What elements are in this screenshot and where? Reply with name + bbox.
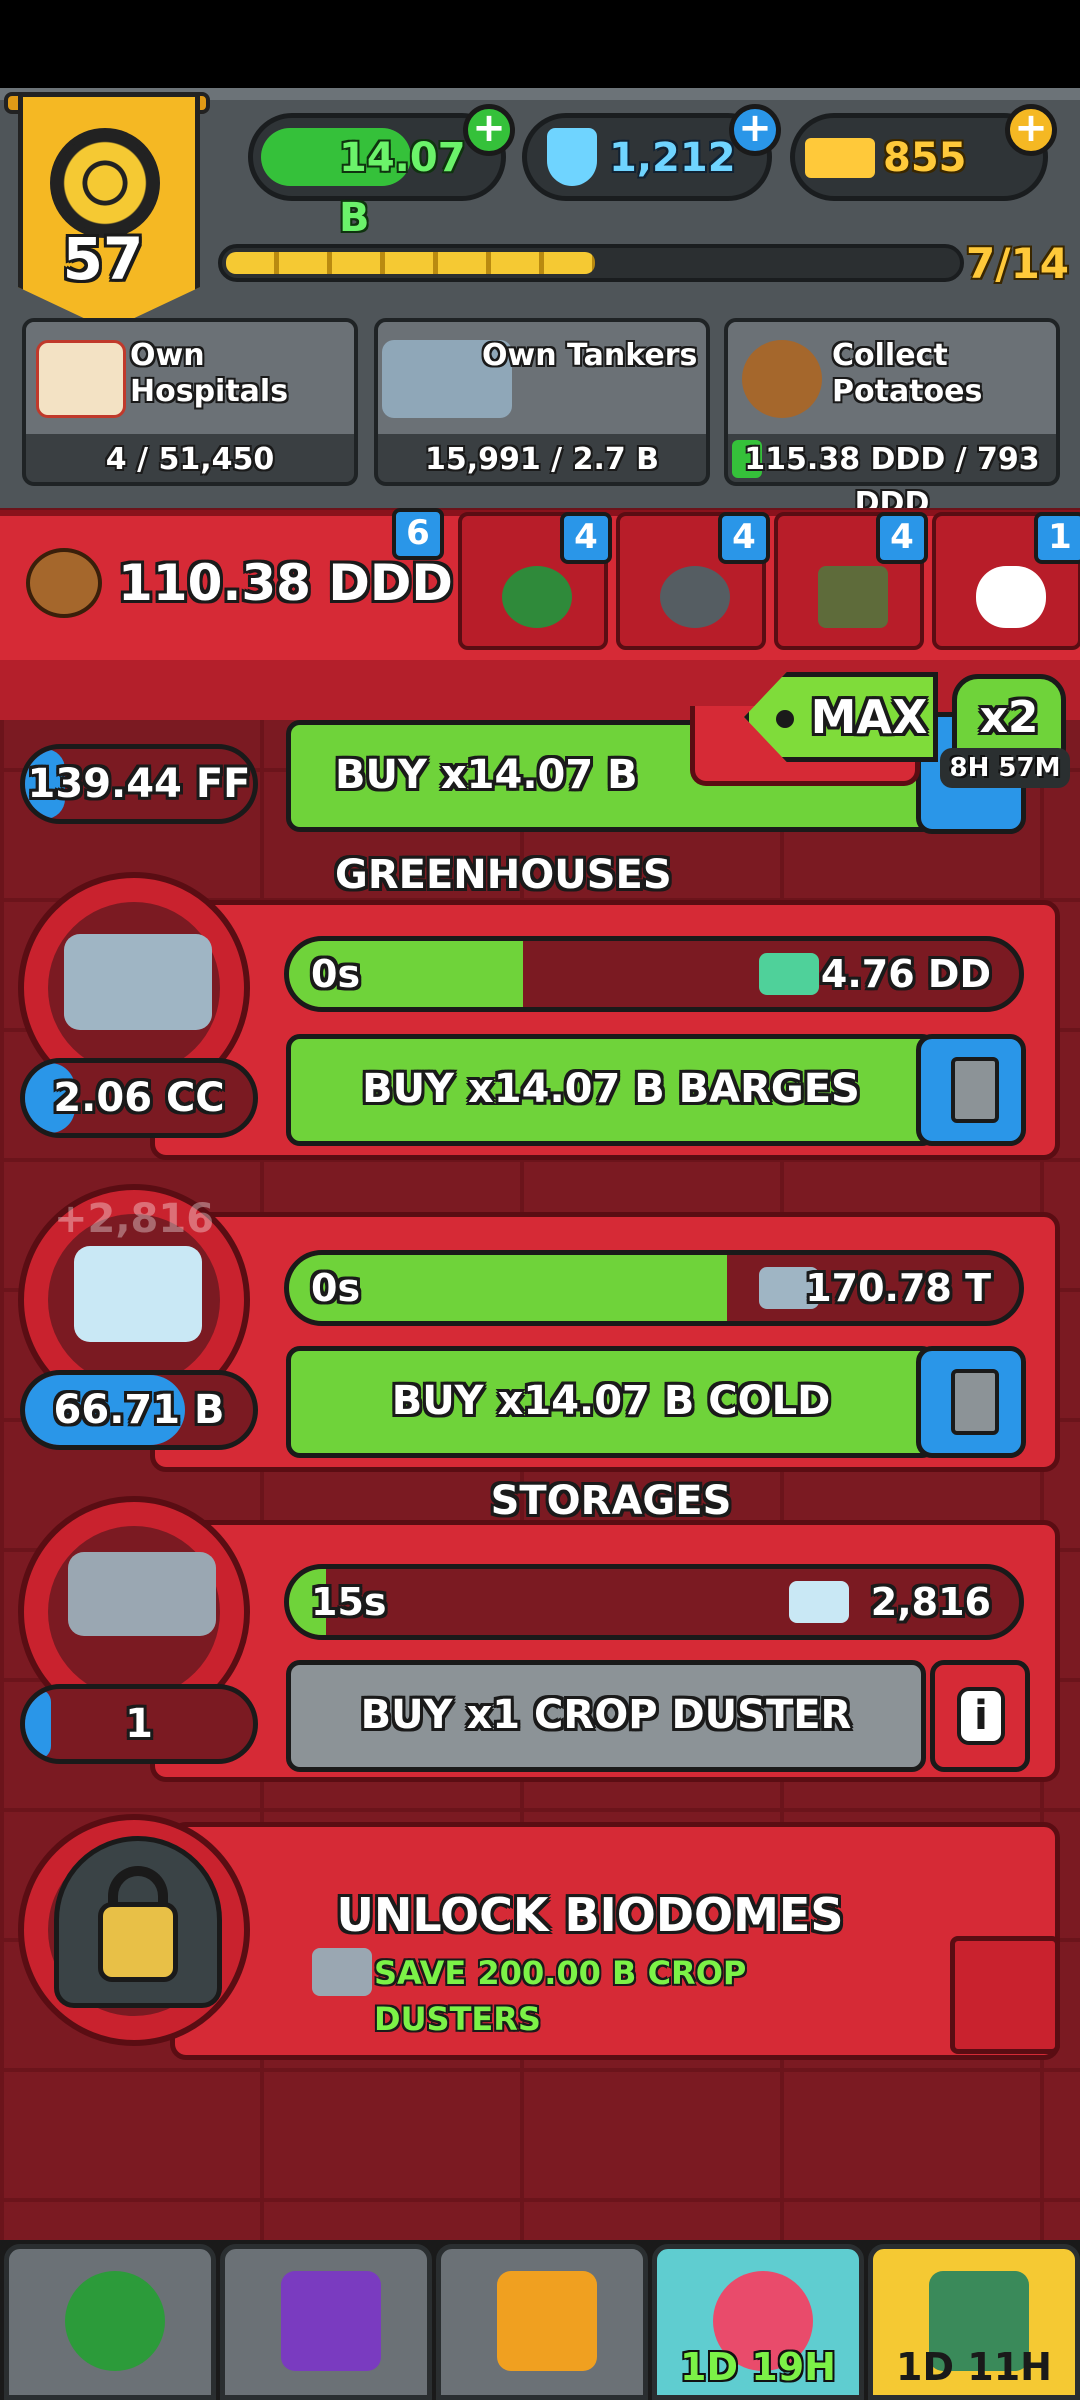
potato-icon [742, 340, 822, 418]
folder-icon [497, 2271, 597, 2371]
crop-duster-timer-bar: 15s 2,816 [284, 1564, 1024, 1640]
quest-progress: 4 / 51,450 [105, 442, 275, 477]
gear-icon [50, 128, 160, 238]
crop-duster-count: 1 [20, 1684, 258, 1764]
crop-duster-icon [312, 1948, 372, 1996]
cold-storage-icon [789, 1581, 849, 1623]
card-icon [951, 1057, 999, 1123]
science-value: 1,212 [609, 135, 736, 181]
nav-tab-research[interactable] [436, 2244, 648, 2400]
quest-own-hospitals[interactable]: Own Hospitals 4 / 51,450 [22, 318, 358, 486]
add-cash-button[interactable]: + [463, 104, 515, 156]
bullets-icon [818, 566, 888, 628]
xp-progress-bar [218, 244, 964, 282]
greenhouse-icon [759, 953, 819, 995]
golf-green-icon [502, 566, 572, 628]
crop-duster-icon [68, 1552, 216, 1636]
category-tab-ammo[interactable]: 4 [774, 512, 928, 650]
cold-storage-icon [74, 1246, 202, 1342]
max-label: MAX [810, 690, 928, 744]
unlock-requirement: SAVE 200.00 B CROP DUSTERS [374, 1954, 747, 2038]
barges-timer-bar: 0s 4.76 DD [284, 936, 1024, 1012]
nav-tab-cards[interactable] [220, 2244, 432, 2400]
cold-storages-count: 66.71 B [20, 1370, 258, 1450]
barges-cards-button[interactable] [916, 1034, 1026, 1146]
shop-timer: 1D 11H [896, 2345, 1052, 2389]
gold-counter[interactable]: 855 + [790, 104, 1057, 201]
quest-collect-potatoes[interactable]: Collect Potatoes 115.38 DDD / 793 DDD [724, 318, 1060, 521]
cold-storages-timer: 0s [311, 1266, 361, 1310]
x2-label: x2 [979, 692, 1039, 743]
xp-progress-fill [226, 252, 595, 274]
info-icon: i [957, 1687, 1005, 1745]
flag-icon [65, 2271, 165, 2371]
cards-icon [281, 2271, 381, 2371]
nav-tab-missions[interactable] [4, 2244, 216, 2400]
crop-duster-timer: 15s [311, 1580, 387, 1624]
quest-title: Own Hospitals [130, 338, 289, 409]
category-badge: 4 [560, 512, 612, 564]
quest-own-tankers[interactable]: Own Tankers 15,991 / 2.7 B [374, 318, 710, 486]
crop-duster-output: 2,816 [870, 1580, 991, 1624]
potato-icon [26, 548, 102, 618]
add-gold-button[interactable]: + [1005, 104, 1057, 156]
event-timer: 1D 19H [680, 2345, 836, 2389]
science-counter[interactable]: 1,212 + [522, 104, 781, 201]
greenhouse-count: 139.44 FF [20, 744, 258, 824]
panel-plate [950, 1936, 1060, 2054]
category-badge: 4 [718, 512, 770, 564]
category-tab-medicine[interactable]: 1 [932, 512, 1080, 650]
category-badge: 6 [392, 508, 444, 560]
barges-timer: 0s [311, 952, 361, 996]
category-tab-ore[interactable]: 4 [616, 512, 770, 650]
buy-crop-duster-button[interactable]: BUY x1 CROP DUSTER [286, 1660, 926, 1772]
quest-progress: 115.38 DDD / 793 DDD [744, 442, 1040, 521]
crop-duster-info-button[interactable]: i [930, 1660, 1030, 1772]
tag-hole-icon [776, 710, 794, 728]
card-icon [951, 1369, 999, 1435]
category-badge: 1 [1034, 512, 1080, 564]
cold-storages-timer-bar: 0s 170.78 T [284, 1250, 1024, 1326]
cold-storages-cards-button[interactable] [916, 1346, 1026, 1458]
greenhouse-count-text: 139.44 FF [27, 761, 251, 807]
nav-tab-event[interactable]: 1D 19H [652, 2244, 864, 2400]
lock-icon [98, 1902, 178, 1982]
barge-icon [64, 934, 212, 1030]
cash-counter[interactable]: 14.07 B + [248, 104, 515, 241]
flask-icon [547, 128, 597, 186]
buy-cold-storages-button[interactable]: BUY x14.07 B COLD STORAGES [286, 1346, 936, 1524]
pill-icon [976, 566, 1046, 628]
gold-bar-icon [805, 138, 875, 178]
unlock-title: UNLOCK BIODOMES [336, 1888, 844, 1942]
category-tab-golf[interactable]: 4 [458, 512, 612, 650]
hospital-icon [36, 340, 126, 418]
category-tab-farms[interactable]: 6 [300, 508, 450, 650]
x2-timer: 8H 57M [940, 748, 1070, 788]
xp-progress-text: 7/14 [966, 239, 1070, 288]
barges-count: 2.06 CC [20, 1058, 258, 1138]
nav-tab-shop[interactable]: 1D 11H [868, 2244, 1080, 2400]
player-level: 57 [62, 225, 144, 293]
quest-progress: 15,991 / 2.7 B [424, 442, 660, 477]
quest-title: Collect Potatoes [832, 338, 983, 409]
floating-gain: +2,816 [54, 1196, 215, 1242]
cold-storages-output: 170.78 T [805, 1266, 991, 1310]
gold-value: 855 [883, 135, 967, 181]
status-bar [0, 0, 1080, 88]
category-badge: 4 [876, 512, 928, 564]
barges-output: 4.76 DD [820, 952, 991, 996]
quest-title: Own Tankers [482, 338, 698, 373]
rock-icon [660, 566, 730, 628]
buy-barges-button[interactable]: BUY x14.07 B BARGES [286, 1034, 936, 1146]
add-science-button[interactable]: + [729, 104, 781, 156]
